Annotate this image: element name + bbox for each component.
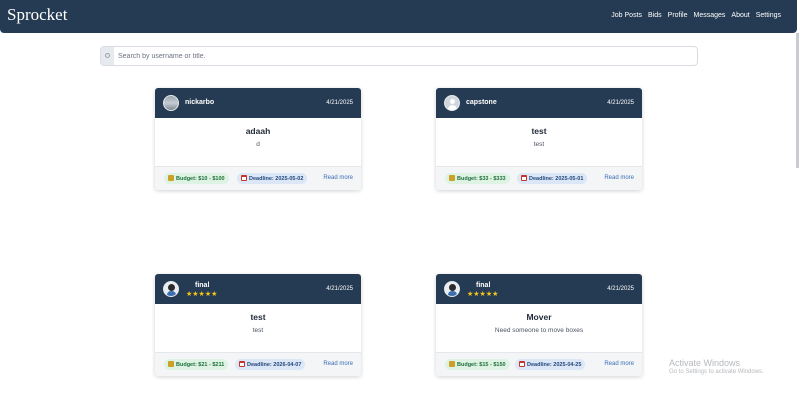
calendar-icon [239,361,245,367]
brand-logo[interactable]: Sprocket [7,5,67,25]
job-card: final ★★★★★ 4/21/2025 test test Budget: … [155,274,361,376]
money-bag-icon [449,175,455,181]
budget-text: Budget: $33 - $333 [457,176,506,182]
budget-badge: Budget: $33 - $333 [445,173,510,184]
read-more-link[interactable]: Read more [604,361,634,367]
nav-bids[interactable]: Bids [648,12,662,19]
post-date: 4/21/2025 [607,100,634,106]
job-description: test [252,327,264,334]
cartoon-avatar[interactable] [444,281,460,297]
budget-badge: Budget: $10 - $100 [164,173,229,184]
deadline-text: Deadline: 2025-05-01 [529,176,584,182]
deadline-text: Deadline: 2025-04-25 [527,362,582,368]
job-card-footer: Budget: $33 - $333 Deadline: 2025-05-01 … [436,166,642,190]
rating-stars: ★★★★★ [467,291,499,298]
nav-messages[interactable]: Messages [694,12,726,19]
nav-about[interactable]: About [731,12,749,19]
job-card: capstone 4/21/2025 test test Budget: $33… [436,88,642,190]
calendar-icon [521,175,527,181]
deadline-badge: Deadline: 2026-04-07 [235,359,306,370]
nav-job-posts[interactable]: Job Posts [611,12,642,19]
photo-avatar[interactable] [163,95,179,111]
job-description: test [533,141,545,148]
read-more-link[interactable]: Read more [604,175,634,181]
deadline-text: Deadline: 2026-04-07 [247,362,302,368]
job-card-header: final ★★★★★ 4/21/2025 [155,274,361,304]
deadline-badge: Deadline: 2025-05-01 [517,173,588,184]
job-card: final ★★★★★ 4/21/2025 Mover Need someone… [436,274,642,376]
job-title: Mover [526,312,552,322]
post-date: 4/21/2025 [607,286,634,292]
job-description: Need someone to move boxes [494,327,584,334]
job-card: nickarbo 4/21/2025 adaah d Budget: $10 -… [155,88,361,190]
deadline-badge: Deadline: 2025-04-25 [515,359,586,370]
job-card-footer: Budget: $21 - $211 Deadline: 2026-04-07 … [155,352,361,376]
watermark-subtitle: Go to Settings to activate Windows. [669,369,764,375]
nav-links: Job Posts Bids Profile Messages About Se… [611,12,781,19]
job-card-header: final ★★★★★ 4/21/2025 [436,274,642,304]
deadline-text: Deadline: 2025-05-02 [249,176,304,182]
job-card-header: nickarbo 4/21/2025 [155,88,361,118]
post-date: 4/21/2025 [326,100,353,106]
search-bar [100,46,698,66]
read-more-link[interactable]: Read more [323,175,353,181]
calendar-icon [519,361,525,367]
job-card-header: capstone 4/21/2025 [436,88,642,118]
poster-username[interactable]: capstone [466,99,497,106]
job-card-footer: Budget: $10 - $100 Deadline: 2025-05-02 … [155,166,361,190]
job-description: d [256,141,260,148]
budget-badge: Budget: $21 - $211 [164,359,229,370]
money-bag-icon [168,361,174,367]
post-date: 4/21/2025 [326,286,353,292]
activation-watermark: Activate Windows Go to Settings to activ… [669,358,764,375]
job-title: test [250,312,266,322]
money-bag-icon [449,361,455,367]
money-bag-icon [168,175,174,181]
job-card-footer: Budget: $15 - $150 Deadline: 2025-04-25 … [436,352,642,376]
deadline-badge: Deadline: 2025-05-02 [237,173,308,184]
search-input[interactable] [118,50,688,62]
calendar-icon [241,175,247,181]
rating-stars: ★★★★★ [186,291,218,298]
poster-username[interactable]: final [195,282,209,289]
nav-profile[interactable]: Profile [668,12,688,19]
job-title: test [531,126,547,136]
cartoon-avatar[interactable] [163,281,179,297]
search-icon[interactable] [101,47,114,65]
job-title: adaah [245,126,271,136]
watermark-title: Activate Windows [669,358,741,368]
poster-username[interactable]: nickarbo [185,99,214,106]
budget-text: Budget: $10 - $100 [176,176,225,182]
budget-badge: Budget: $15 - $150 [445,359,510,370]
top-navbar: Sprocket Job Posts Bids Profile Messages… [0,0,797,33]
poster-username[interactable]: final [476,282,490,289]
read-more-link[interactable]: Read more [323,361,353,367]
default-user-avatar[interactable] [444,95,460,111]
nav-settings[interactable]: Settings [756,12,781,19]
budget-text: Budget: $21 - $211 [176,362,225,368]
budget-text: Budget: $15 - $150 [457,362,506,368]
